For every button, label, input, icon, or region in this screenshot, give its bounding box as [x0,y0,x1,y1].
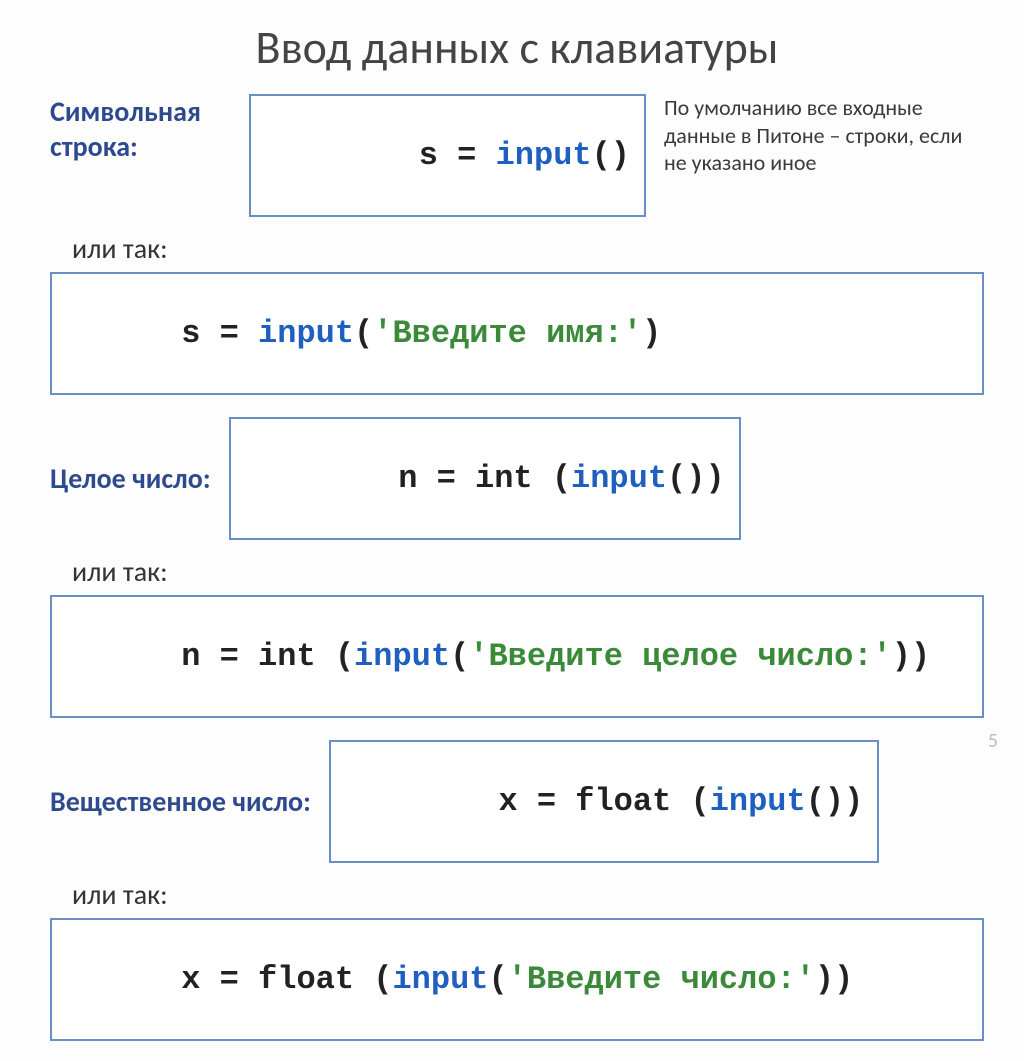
label-string: Символьная строка: [50,94,231,164]
note-default-strings: По умолчанию все входные данные в Питоне… [664,94,984,177]
code-fn: input [496,137,592,174]
code-string: 'Введите имя:' [373,315,642,352]
row-string-input: Символьная строка: s = input() По умолча… [50,94,984,217]
code-text: () [592,137,630,174]
code-text: )) [892,638,930,675]
code-text: n = int ( [398,460,571,497]
page-number: 5 [988,729,998,753]
code-text: ( [488,961,507,998]
code-fn: input [258,315,354,352]
code-text: ( [450,638,469,675]
code-string: 'Введите число:' [508,961,815,998]
codebox-int-empty: n = int (input()) [229,417,741,540]
label-float: Вещественное число: [50,784,311,819]
codebox-float-empty: x = float (input()) [329,740,879,863]
label-or: или так: [72,231,984,266]
code-text: ()) [667,460,725,497]
code-string: 'Введите целое число:' [469,638,891,675]
code-text: n = int ( [181,638,354,675]
code-fn: input [710,783,806,820]
code-text: ) [642,315,661,352]
codebox-float-prompt: x = float (input('Введите число:')) [50,918,984,1041]
code-text: ( [354,315,373,352]
label-int: Целое число: [50,461,211,496]
row-int-input: Целое число: n = int (input()) [50,417,984,540]
codebox-int-prompt: n = int (input('Введите целое число:')) [50,595,984,718]
label-or: или так: [72,554,984,589]
row-float-input: Вещественное число: x = float (input()) [50,740,984,863]
code-fn: input [354,638,450,675]
code-text: x = float ( [498,783,709,820]
code-text: )) [815,961,853,998]
code-text: s = [419,137,496,174]
code-fn: input [571,460,667,497]
codebox-string-prompt: s = input('Введите имя:') [50,272,984,395]
code-text: s = [181,315,258,352]
label-or: или так: [72,877,984,912]
slide-title: Ввод данных с клавиатуры [50,20,984,76]
code-text: x = float ( [181,961,392,998]
code-text: ()) [806,783,864,820]
codebox-string-empty: s = input() [249,94,646,217]
code-fn: input [392,961,488,998]
